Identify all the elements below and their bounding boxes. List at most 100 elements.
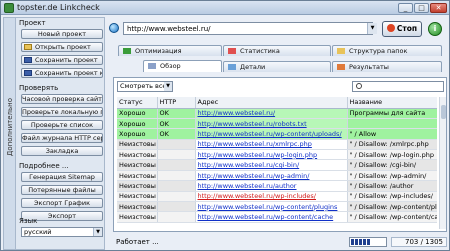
cell-title: " / Disallow: /wp-content/cach [347,211,437,223]
main-panel: ▼ Стоп i Оптимизация Статистика Структур… [107,17,449,250]
cell-address[interactable]: http://www.websteel.ru/wp-admin/ [195,170,348,182]
cell-address[interactable]: http://www.websteel.ru/robots.txt [195,118,348,130]
cell-status: Неизстовы [117,139,158,151]
open-project-label: Открыть проект [35,43,91,51]
table-row[interactable]: Неизстовы http://www.websteel.ru/xmlrpc.p… [117,139,437,151]
tab-results[interactable]: Результаты [332,61,442,72]
cell-http [157,180,196,192]
filter-select[interactable]: Смотреть все ▼ [117,81,173,92]
table-row[interactable]: Хорошо OK http://www.websteel.ru/wp-conten… [117,128,437,140]
check-local-button[interactable]: Проверьте локальную п [21,107,103,117]
save-project-as-label: Сохранить проект как [35,69,102,77]
cell-address[interactable]: http://www.websteel.ru/wp-content/upload… [195,128,348,140]
title-bar[interactable]: topster.de Linkcheck _ □ ✕ [1,1,449,15]
cell-status: Неизстовы [117,170,158,182]
cell-http: OK [157,108,196,119]
table-row[interactable]: Хорошо OK http://www.websteel.ru/robots.tx… [117,118,437,130]
cell-http [157,149,196,161]
new-project-button[interactable]: Новый проект [21,29,103,39]
tab-folder-structure[interactable]: Структура папок [332,45,442,56]
save-project-as-button[interactable]: Сохранить проект как [21,68,103,78]
scrollbar-thumb[interactable] [441,105,446,119]
table-row[interactable]: Неизстовы http://www.websteel.ru/wp-admin… [117,170,437,182]
cell-status: Хорошо [117,108,158,119]
cell-address[interactable]: http://www.websteel.ru/wp-login.php [195,149,348,161]
tab-details[interactable]: Детали [223,61,331,72]
floppy-icon [24,70,32,76]
section-more: Подробнее ... [19,162,69,170]
vertical-scrollbar[interactable] [439,97,446,229]
floppy-icon [24,57,32,63]
status-text: Работает ... [116,238,159,246]
cell-address[interactable]: http://www.websteel.ru/wp-includes/ [195,191,348,203]
column-header-status[interactable]: Статус [117,97,158,109]
chevron-down-icon: ▼ [93,228,102,236]
section-project: Проект [19,19,46,27]
column-header-http[interactable]: HTTP [157,97,196,109]
cell-status: Неизстовы [117,149,158,161]
check-list-button[interactable]: Проверьте список [21,120,103,130]
address-bar: ▼ Стоп i [107,20,449,38]
cell-http: OK [157,128,196,140]
tab-optimization-label: Оптимизация [135,47,182,55]
tab-statistics[interactable]: Статистика [223,45,331,56]
cell-title: " / Disallow: /wp-content/plug [347,201,437,213]
link-counter: 703 / 1305 [391,237,447,247]
tab-results-label: Результаты [349,63,389,71]
column-header-address[interactable]: Адрес [195,97,348,109]
open-project-button[interactable]: Открыть проект [21,42,103,52]
status-bar: Работает ... 703 / 1305 [113,236,447,248]
table-row[interactable]: Неизстовы http://www.websteel.ru/wp-conte… [117,201,437,213]
progress-fill [351,239,371,245]
overview-icon [148,63,156,69]
minimize-button[interactable]: _ [398,3,413,13]
cell-address[interactable]: http://www.websteel.ru/xmlrpc.php [195,139,348,151]
filter-value: Смотреть все [120,82,167,90]
app-window: topster.de Linkcheck _ □ ✕ Дополнительно… [0,0,450,251]
cell-title: " / Disallow: /cgi-bin/ [347,159,437,171]
stop-button[interactable]: Стоп [382,21,422,37]
save-project-label: Сохранить проект [35,56,98,64]
cell-address[interactable]: http://www.websteel.ru/cgi-bin/ [195,159,348,171]
hourly-check-button[interactable]: Часовой проверка сайт [21,94,103,104]
language-select[interactable]: русский ▼ [21,227,103,237]
url-dropdown-icon[interactable]: ▼ [367,23,377,34]
section-check: Проверять [19,84,59,92]
cell-http [157,139,196,151]
info-button[interactable]: i [428,22,442,36]
cell-address[interactable]: http://www.websteel.ru/ [195,108,348,119]
table-row[interactable]: Неизстовы http://www.websteel.ru/wp-login… [117,149,437,161]
table-row[interactable]: Неизстовы http://www.websteel.ru/wp-inclu… [117,191,437,203]
close-button[interactable]: ✕ [430,3,447,13]
cell-title: " / Disallow: /wp-admin/ [347,170,437,182]
table-row[interactable]: Хорошо OK http://www.websteel.ru/Программы… [117,108,437,119]
cell-status: Неизстовы [117,211,158,223]
save-project-button[interactable]: Сохранить проект [21,55,103,65]
maximize-button[interactable]: □ [414,3,429,13]
cell-address[interactable]: http://www.websteel.ru/author [195,180,348,192]
cell-address[interactable]: http://www.websteel.ru/wp-content/plugin… [195,201,348,213]
optimization-icon [123,48,131,54]
url-input[interactable] [123,22,373,35]
app-logo-icon [4,3,14,13]
cell-title: " / Disallow: /author [347,180,437,192]
column-header-title[interactable]: Название [347,97,437,109]
table-row[interactable]: Неизстовы http://www.websteel.ru/wp-conte… [117,211,437,223]
sitemap-button[interactable]: Генерация Sitemap [21,172,103,182]
cell-title: " / Allow [347,128,437,140]
table-row[interactable]: Неизстовы http://www.websteel.ru/cgi-bin/… [117,159,437,171]
search-input[interactable] [352,81,444,92]
cell-http [157,170,196,182]
export-chart-button[interactable]: Экспорт График [21,198,103,208]
tab-optimization[interactable]: Оптимизация [118,45,222,56]
http-log-button[interactable]: Файл журнала HTTP серв [21,133,103,143]
table-row[interactable]: Неизстовы http://www.websteel.ru/author " … [117,180,437,192]
tab-overview[interactable]: Обзор [143,60,222,72]
window-title: topster.de Linkcheck [17,3,100,12]
cell-status: Неизстовы [117,201,158,213]
cell-address[interactable]: http://www.websteel.ru/wp-content/cache [195,211,348,223]
lost-files-button[interactable]: Потерянные файлы [21,185,103,195]
sidebar-vertical-tab[interactable]: Дополнительно [4,18,16,249]
bookmark-button[interactable]: Закладка [21,146,103,156]
cell-http [157,191,196,203]
